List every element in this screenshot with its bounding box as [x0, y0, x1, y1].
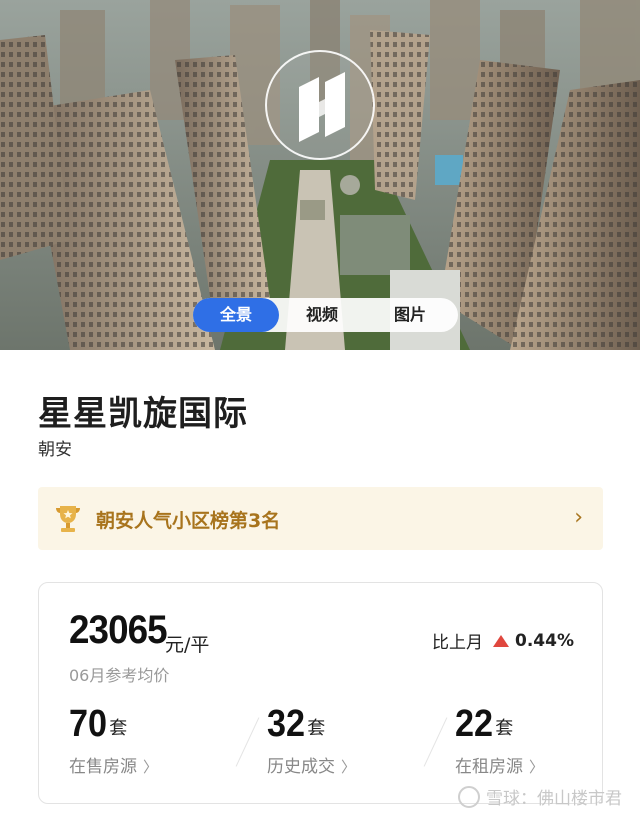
- community-name: 星星凯旋国际: [38, 394, 248, 434]
- price-card: 23065 元/平 06月参考均价 比上月 0.44% 70 套 在售房源〉 32…: [38, 582, 603, 804]
- trend-up-icon: [493, 634, 510, 647]
- stat-value: 22: [455, 703, 494, 745]
- price-unit: 元/平: [165, 634, 210, 656]
- hero-panorama[interactable]: 全景 视频 图片: [0, 0, 640, 350]
- price-caption: 06月参考均价: [69, 666, 170, 685]
- stat-label: 历史成交: [267, 757, 335, 777]
- stat-label: 在售房源: [69, 757, 137, 777]
- stat-label: 在租房源: [455, 757, 523, 777]
- chevron-right-icon: 〉: [341, 758, 357, 776]
- brand-logo-icon: [265, 50, 375, 160]
- change-percent: 0.44%: [515, 630, 574, 651]
- average-price: 23065: [69, 608, 168, 652]
- ranking-banner[interactable]: 朝安人气小区榜第3名 ›: [38, 487, 603, 550]
- stat-unit: 套: [495, 718, 514, 739]
- stat-for-rent[interactable]: 22 套 在租房源〉: [455, 703, 615, 777]
- media-tabs: 全景 视频 图片: [193, 298, 458, 332]
- chevron-right-icon: ›: [574, 505, 583, 530]
- district-name: 朝安: [38, 440, 72, 460]
- tab-video[interactable]: 视频: [279, 298, 365, 332]
- stat-value: 70: [69, 703, 108, 745]
- ranking-text: 朝安人气小区榜第3名: [96, 510, 281, 532]
- tab-panorama[interactable]: 全景: [193, 298, 279, 332]
- snowball-icon: [458, 785, 480, 808]
- stat-for-sale[interactable]: 70 套 在售房源〉: [69, 703, 229, 777]
- chevron-right-icon: 〉: [143, 758, 159, 776]
- stat-history-deals[interactable]: 32 套 历史成交〉: [267, 703, 427, 777]
- month-comparison: 比上月 0.44%: [432, 628, 574, 654]
- watermark: 雪球：佛山楼市君: [458, 784, 622, 809]
- watermark-text: 雪球：佛山楼市君: [486, 789, 622, 809]
- compare-label: 比上月: [432, 633, 484, 653]
- tab-photos[interactable]: 图片: [365, 298, 455, 332]
- trophy-icon: [56, 506, 80, 532]
- divider: [235, 717, 260, 767]
- divider: [423, 717, 448, 767]
- stat-unit: 套: [109, 718, 128, 739]
- stat-value: 32: [267, 703, 306, 745]
- chevron-right-icon: 〉: [529, 758, 545, 776]
- stat-unit: 套: [307, 718, 326, 739]
